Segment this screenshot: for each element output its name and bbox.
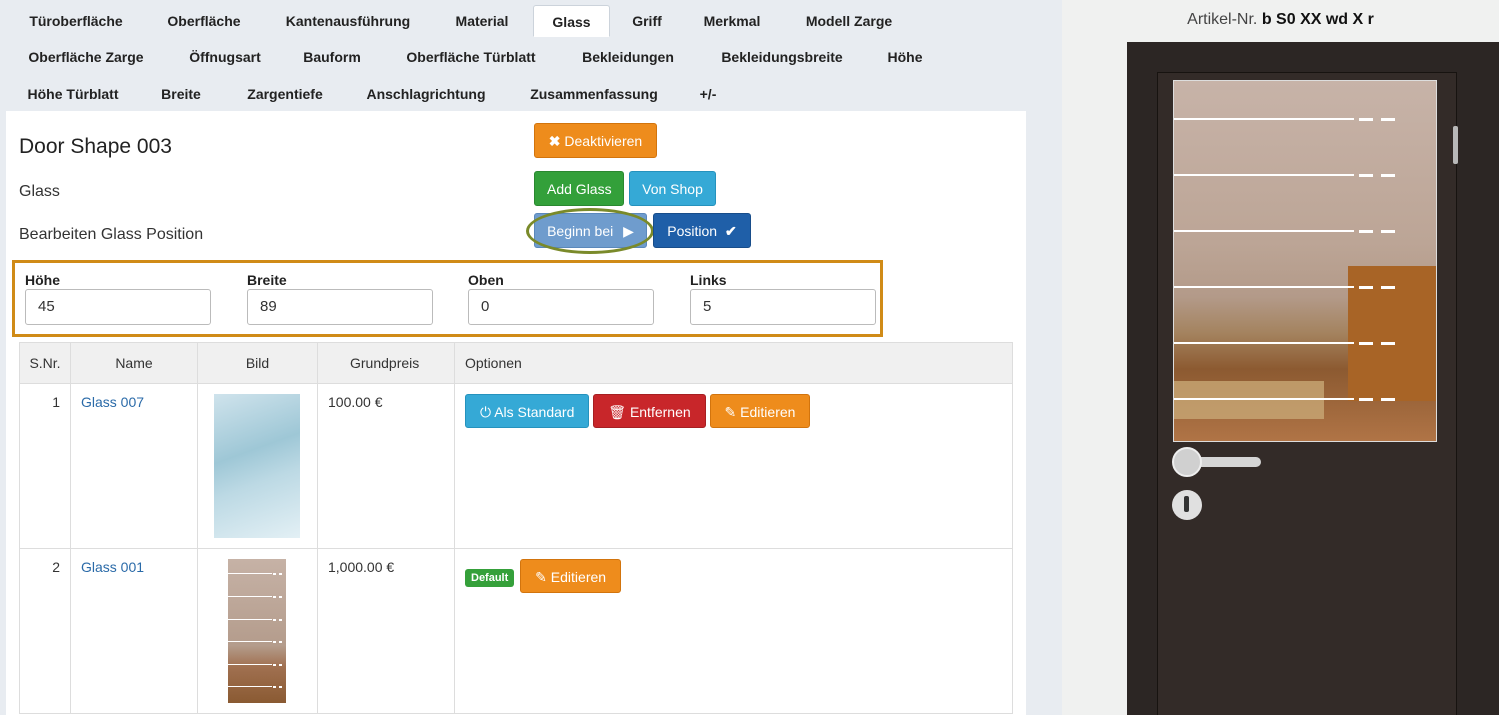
- links-input[interactable]: 5: [690, 289, 876, 325]
- add-glass-button[interactable]: Add Glass: [534, 171, 624, 206]
- tab-oberflaeche-zarge[interactable]: Oberfläche Zarge: [12, 41, 160, 73]
- power-icon: ⏻: [480, 404, 492, 420]
- from-shop-button[interactable]: Von Shop: [629, 171, 716, 206]
- tab-zargentiefe[interactable]: Zargentiefe: [230, 78, 340, 110]
- hinge-icon: [1453, 126, 1458, 164]
- table-header-row: S.Nr. Name Bild Grundpreis Optionen: [19, 342, 1013, 384]
- subsection-label: Bearbeiten Glass Position: [19, 226, 204, 243]
- tab-bauform[interactable]: Bauform: [290, 41, 374, 73]
- edit-button[interactable]: ✎ Editieren: [709, 394, 811, 428]
- tab-bar: Türoberfläche Oberfläche Kantenausführun…: [0, 0, 1030, 112]
- edit-icon: ✎: [535, 569, 547, 585]
- header-grundpreis: Grundpreis: [317, 342, 455, 384]
- remove-label: Entfernen: [629, 404, 691, 420]
- highlight-ellipse: [526, 208, 654, 254]
- tab-plus-minus[interactable]: +/-: [688, 78, 728, 110]
- glass-name-link[interactable]: Glass 007: [81, 394, 144, 410]
- price: 100.00 €: [317, 383, 455, 549]
- tab-griff[interactable]: Griff: [620, 5, 674, 37]
- price: 1,000.00 €: [317, 548, 455, 714]
- tab-modell-zarge[interactable]: Modell Zarge: [790, 5, 908, 37]
- tab-tueroberflaeche[interactable]: Türoberfläche: [12, 5, 140, 37]
- tab-glass[interactable]: Glass: [533, 5, 610, 37]
- position-label: Position: [667, 223, 718, 239]
- dimension-fields: Höhe 45 Breite 89 Oben 0 Links 5: [12, 260, 883, 337]
- remove-button[interactable]: 🗑 Entfernen: [593, 394, 706, 428]
- glass-name-link[interactable]: Glass 001: [81, 559, 144, 575]
- door-frame: [1127, 42, 1499, 715]
- table-row: 2 Glass 001 1,000.00 € Default ✎ Editier…: [19, 548, 1013, 714]
- glass-table: S.Nr. Name Bild Grundpreis Optionen 1 Gl…: [19, 342, 1013, 714]
- edit-label: Editieren: [740, 404, 796, 420]
- tab-breite[interactable]: Breite: [148, 78, 214, 110]
- glass-thumbnail: [214, 394, 300, 538]
- tab-material[interactable]: Material: [440, 5, 524, 37]
- hoehe-label: Höhe: [25, 272, 60, 288]
- row-number: 1: [19, 383, 71, 549]
- tab-merkmal[interactable]: Merkmal: [688, 5, 776, 37]
- oben-input[interactable]: 0: [468, 289, 654, 325]
- tab-anschlagrichtung[interactable]: Anschlagrichtung: [354, 78, 498, 110]
- check-icon: ✔: [724, 223, 737, 239]
- header-optionen: Optionen: [454, 342, 1013, 384]
- links-label: Links: [690, 272, 727, 288]
- tab-bekleidungen[interactable]: Bekleidungen: [566, 41, 690, 73]
- header-name: Name: [70, 342, 198, 384]
- row-number: 2: [19, 548, 71, 714]
- header-bild: Bild: [197, 342, 318, 384]
- tab-zusammenfassung[interactable]: Zusammenfassung: [514, 78, 674, 110]
- tab-hoehe-tuerblatt[interactable]: Höhe Türblatt: [12, 78, 134, 110]
- set-default-button[interactable]: ⏻ Als Standard: [465, 394, 590, 428]
- trash-icon: 🗑: [608, 404, 627, 420]
- door-preview-panel: Artikel-Nr. b S0 XX wd X r: [1062, 0, 1499, 715]
- edit-label: Editieren: [550, 569, 607, 585]
- tab-oeffnungsart[interactable]: Öffnugsart: [176, 41, 274, 73]
- breite-label: Breite: [247, 272, 287, 288]
- tab-kantenausfuehrung[interactable]: Kantenausführung: [268, 5, 428, 37]
- glass-thumbnail: [228, 559, 286, 703]
- edit-icon: ✎: [724, 404, 737, 420]
- deactivate-label: Deaktivieren: [564, 133, 643, 149]
- door-lock-icon: [1172, 490, 1202, 520]
- position-button[interactable]: Position ✔: [653, 213, 751, 248]
- main-panel: Door Shape 003 Glass Bearbeiten Glass Po…: [6, 111, 1026, 715]
- times-icon: ✖: [548, 133, 561, 149]
- tab-bekleidungsbreite[interactable]: Bekleidungsbreite: [704, 41, 860, 73]
- section-label: Glass: [19, 183, 60, 200]
- default-badge: Default: [465, 569, 515, 588]
- deactivate-button[interactable]: ✖ Deaktivieren: [534, 123, 657, 158]
- door-handle-icon: [1172, 447, 1202, 477]
- tab-oberflaeche-tuerblatt[interactable]: Oberfläche Türblatt: [390, 41, 552, 73]
- hoehe-input[interactable]: 45: [25, 289, 211, 325]
- edit-button[interactable]: ✎ Editieren: [520, 559, 622, 593]
- header-snr: S.Nr.: [19, 342, 71, 384]
- oben-label: Oben: [468, 272, 504, 288]
- set-default-label: Als Standard: [494, 404, 575, 420]
- article-label: Artikel-Nr.: [1187, 11, 1258, 28]
- article-code: b S0 XX wd X r: [1261, 11, 1374, 28]
- article-number: Artikel-Nr. b S0 XX wd X r: [1062, 11, 1499, 29]
- breite-input[interactable]: 89: [247, 289, 433, 325]
- door-glass-insert: [1173, 80, 1437, 442]
- table-row: 1 Glass 007 100.00 € ⏻ Als Standard 🗑 En…: [19, 383, 1013, 549]
- tab-oberflaeche[interactable]: Oberfläche: [152, 5, 256, 37]
- page-title: Door Shape 003: [19, 135, 172, 158]
- rug-image: [1174, 381, 1324, 419]
- tab-hoehe[interactable]: Höhe: [874, 41, 936, 73]
